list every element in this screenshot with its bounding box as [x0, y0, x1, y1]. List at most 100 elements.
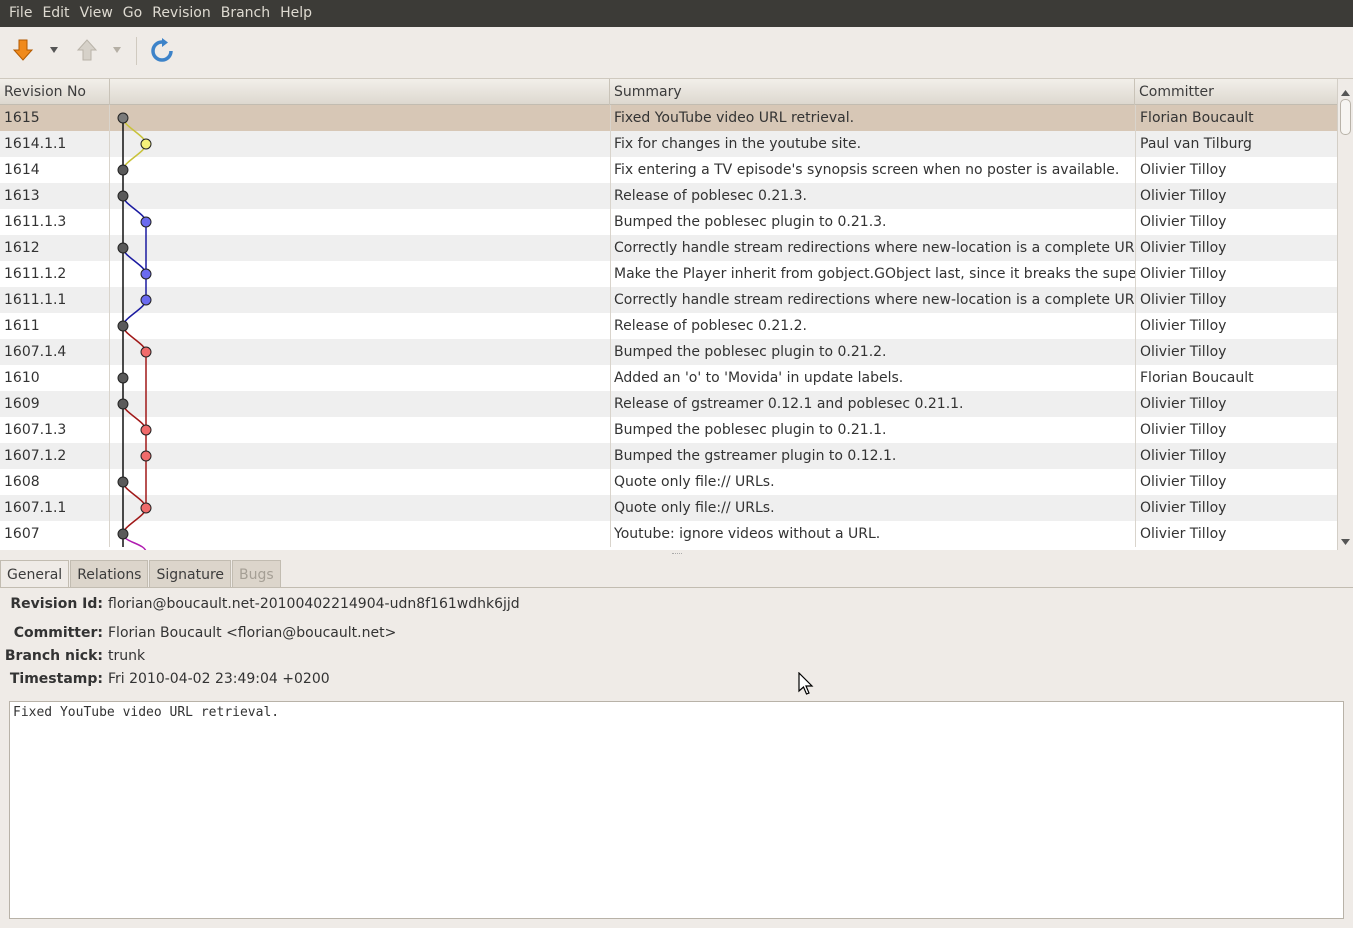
tab-relations[interactable]: Relations [70, 560, 149, 588]
splitter-grip [672, 553, 682, 555]
scrollbar-thumb[interactable] [1340, 99, 1351, 135]
revision-id-label: Revision Id: [10, 596, 103, 612]
revision-number: 1607.1.1 [4, 500, 67, 516]
revision-number: 1613 [4, 188, 40, 204]
revision-number: 1611.1.2 [4, 266, 67, 282]
column-committer[interactable]: Committer [1135, 79, 1337, 105]
graph-node [117, 398, 129, 410]
vertical-scrollbar[interactable] [1337, 79, 1353, 550]
revision-summary: Youtube: ignore videos without a URL. [610, 521, 1135, 547]
column-revision-no[interactable]: Revision No [0, 79, 110, 105]
revision-committer: Paul van Tilburg [1135, 131, 1337, 157]
revision-number: 1614 [4, 162, 40, 178]
graph-node [140, 268, 152, 280]
revision-graph [117, 112, 152, 550]
revision-summary: Fix entering a TV episode's synopsis scr… [610, 157, 1135, 183]
revision-committer: Olivier Tilloy [1135, 313, 1337, 339]
menu-view[interactable]: View [75, 0, 118, 27]
graph-node [140, 346, 152, 358]
revision-summary: Bumped the gstreamer plugin to 0.12.1. [610, 443, 1135, 469]
revision-summary: Added an 'o' to 'Movida' in update label… [610, 365, 1135, 391]
revision-number: 1612 [4, 240, 40, 256]
graph-node [140, 424, 152, 436]
scroll-up-arrow-icon[interactable] [1341, 89, 1350, 96]
revision-summary: Fix for changes in the youtube site. [610, 131, 1135, 157]
revision-number: 1611.1.1 [4, 292, 67, 308]
revision-number: 1614.1.1 [4, 136, 67, 152]
graph-node [117, 164, 129, 176]
menu-revision[interactable]: Revision [147, 0, 216, 27]
revision-committer: Olivier Tilloy [1135, 157, 1337, 183]
revision-number: 1610 [4, 370, 40, 386]
revision-summary: Correctly handle stream redirections whe… [610, 287, 1135, 313]
revision-committer: Florian Boucault [1135, 105, 1337, 131]
tab-general[interactable]: General [0, 560, 70, 589]
graph-node [140, 502, 152, 514]
revision-committer: Florian Boucault [1135, 365, 1337, 391]
dropdown-arrow-icon[interactable] [49, 46, 59, 54]
graph-node [140, 138, 152, 150]
menu-edit[interactable]: Edit [37, 0, 74, 27]
revision-committer: Olivier Tilloy [1135, 183, 1337, 209]
menu-go[interactable]: Go [118, 0, 147, 27]
revision-committer: Olivier Tilloy [1135, 417, 1337, 443]
toolbar [0, 27, 1353, 77]
revision-number: 1607.1.3 [4, 422, 67, 438]
revision-number: 1611 [4, 318, 40, 334]
revision-number: 1607 [4, 526, 40, 542]
pane-splitter[interactable] [0, 550, 1353, 558]
revision-summary: Fixed YouTube video URL retrieval. [610, 105, 1135, 131]
arrow-up-icon[interactable] [75, 38, 99, 62]
revision-committer: Olivier Tilloy [1135, 391, 1337, 417]
revision-summary: Make the Player inherit from gobject.GOb… [610, 261, 1135, 287]
revision-summary: Bumped the poblesec plugin to 0.21.1. [610, 417, 1135, 443]
graph-node [117, 320, 129, 332]
revision-summary: Bumped the poblesec plugin to 0.21.3. [610, 209, 1135, 235]
revision-summary: Correctly handle stream redirections whe… [610, 235, 1135, 261]
committer-value: Florian Boucault <florian@boucault.net> [108, 625, 397, 641]
dropdown-arrow-icon[interactable] [112, 46, 122, 54]
timestamp-label: Timestamp: [9, 671, 103, 687]
tab-signature[interactable]: Signature [149, 560, 232, 588]
revision-number: 1615 [4, 110, 40, 126]
revision-committer: Olivier Tilloy [1135, 261, 1337, 287]
column-graph[interactable] [110, 79, 610, 105]
revision-committer: Olivier Tilloy [1135, 495, 1337, 521]
revision-committer: Olivier Tilloy [1135, 209, 1337, 235]
menu-help[interactable]: Help [275, 0, 317, 27]
commit-message-view[interactable]: Fixed YouTube video URL retrieval. [9, 701, 1344, 919]
revision-summary: Bumped the poblesec plugin to 0.21.2. [610, 339, 1135, 365]
graph-node [117, 242, 129, 254]
scroll-down-arrow-icon[interactable] [1341, 539, 1350, 546]
column-header: Revision No Summary Committer [0, 79, 1337, 105]
column-summary[interactable]: Summary [610, 79, 1135, 105]
menu-file[interactable]: File [4, 0, 37, 27]
graph-node [140, 450, 152, 462]
revision-tree[interactable]: Revision No Summary Committer 1615 Fixed … [0, 78, 1353, 550]
revision-committer: Olivier Tilloy [1135, 469, 1337, 495]
revision-committer: Olivier Tilloy [1135, 287, 1337, 313]
revision-id-value: florian@boucault.net-20100402214904-udn8… [108, 596, 520, 612]
revision-committer: Olivier Tilloy [1135, 521, 1337, 547]
revision-committer: Olivier Tilloy [1135, 443, 1337, 469]
graph-node [140, 294, 152, 306]
revision-number: 1607.1.2 [4, 448, 67, 464]
revision-summary: Release of poblesec 0.21.2. [610, 313, 1135, 339]
graph-node [117, 476, 129, 488]
arrow-down-icon[interactable] [11, 38, 35, 62]
general-panel: Revision Id: florian@boucault.net-201004… [0, 587, 1353, 928]
tab-bugs: Bugs [232, 560, 281, 588]
revision-number: 1609 [4, 396, 40, 412]
refresh-icon[interactable] [149, 38, 175, 64]
toolbar-separator [136, 37, 137, 65]
revision-summary: Release of poblesec 0.21.3. [610, 183, 1135, 209]
menu-branch[interactable]: Branch [216, 0, 275, 27]
branch-nick-value: trunk [108, 648, 146, 664]
revision-committer: Olivier Tilloy [1135, 339, 1337, 365]
timestamp-value: Fri 2010-04-02 23:49:04 +0200 [108, 671, 330, 687]
detail-tabs: General Relations Signature Bugs [0, 560, 282, 589]
mouse-cursor-icon [798, 672, 814, 695]
revision-summary: Release of gstreamer 0.12.1 and poblesec… [610, 391, 1135, 417]
revision-committer: Olivier Tilloy [1135, 235, 1337, 261]
graph-node [117, 190, 129, 202]
